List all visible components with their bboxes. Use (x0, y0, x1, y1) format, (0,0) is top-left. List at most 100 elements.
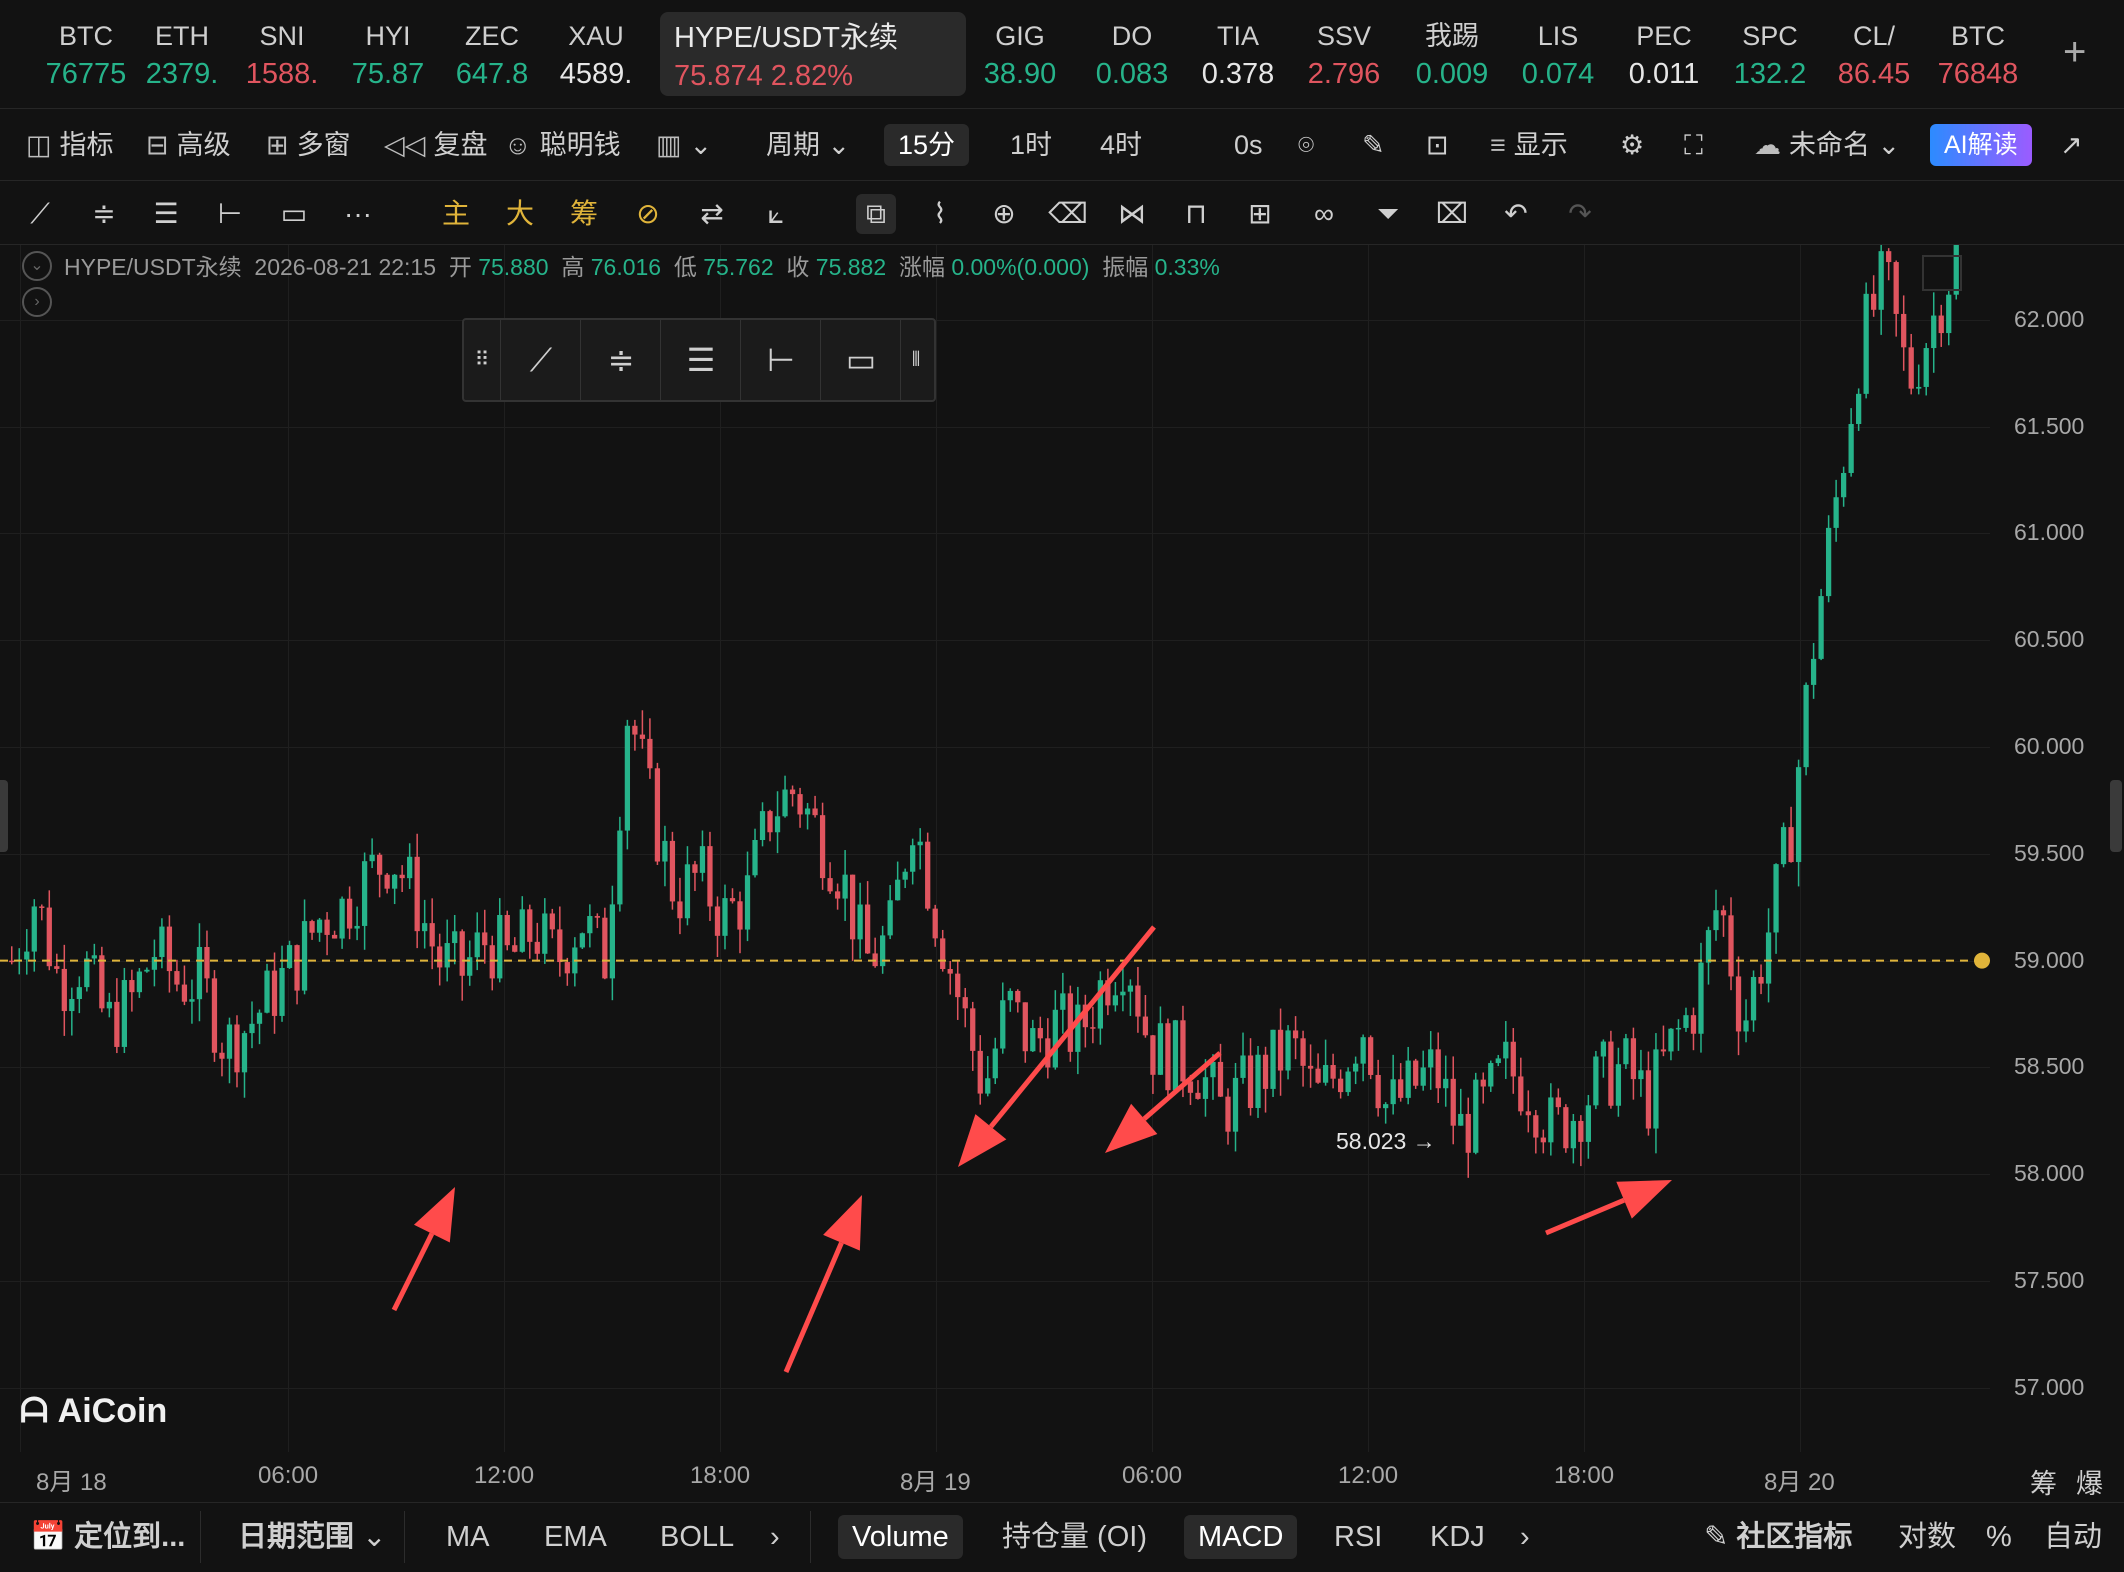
zoom-in-icon[interactable]: ⊕ (984, 194, 1024, 234)
right-panel-handle[interactable] (2110, 780, 2122, 852)
period-15m-button[interactable]: 15分 (884, 124, 970, 166)
edit-list-icon[interactable]: ⊞ (1240, 194, 1280, 234)
expand-icon[interactable]: › (22, 287, 52, 317)
undo-icon[interactable]: ↶ (1496, 194, 1536, 234)
candle-body (1112, 995, 1119, 1006)
oi-button[interactable]: 持仓量 (OI) (1002, 1515, 1147, 1559)
ticker-item[interactable]: SSV 2.796 (1296, 18, 1392, 94)
big-order-button[interactable]: 大 (500, 194, 540, 234)
trendline-icon[interactable]: ⟋ (502, 320, 581, 400)
layout-dropdown[interactable]: ☁ 未命名 ⌄ (1754, 124, 1900, 166)
horizontal-lines-icon[interactable]: ☰ (146, 194, 186, 234)
ticker-item[interactable]: CL/86.45 (1826, 18, 1922, 94)
annotation-arrow[interactable] (1545, 1180, 1672, 1236)
camera-icon[interactable]: ⌾ (1298, 124, 1314, 166)
fullscreen-icon[interactable]: ⛶ (1684, 124, 1703, 166)
trendline-icon[interactable]: ⟋ (20, 194, 60, 234)
percent-scale-button[interactable]: % (1986, 1515, 2012, 1559)
copy-drawing-icon[interactable]: ⧉ (856, 194, 896, 234)
horizontal-ray-icon[interactable]: ⊢ (742, 320, 821, 400)
more-sub-icon[interactable]: › (1520, 1515, 1530, 1559)
rsi-button[interactable]: RSI (1334, 1515, 1382, 1559)
display-button[interactable]: ≡ 显示 (1490, 124, 1568, 166)
ai-interpret-button[interactable]: AI解读 (1930, 124, 2032, 166)
candle-body (1923, 348, 1929, 387)
ticker-item[interactable]: PEC 0.011 (1616, 18, 1712, 94)
locate-button[interactable]: 📅 定位到... (30, 1515, 185, 1559)
settings-icon[interactable]: ⚙ (1620, 124, 1644, 166)
smart-money-button[interactable]: ☺ 聪明钱 (504, 124, 621, 166)
share-icon[interactable]: ↗ (2060, 124, 2083, 166)
date-range-dropdown[interactable]: 日期范围 ⌄ (238, 1515, 386, 1559)
period-4h-button[interactable]: 4时 (1100, 124, 1142, 166)
replay-button[interactable]: ◁◁ 复盘 (384, 124, 488, 166)
period-1h-button[interactable]: 1时 (1010, 124, 1052, 166)
horizontal-lines-icon[interactable]: ☰ (662, 320, 741, 400)
pencil-icon[interactable]: ✎ (1362, 124, 1385, 166)
advanced-button[interactable]: ⊟ 高级 (146, 124, 231, 166)
add-ticker-icon[interactable]: + (2063, 30, 2086, 75)
annotation-arrow[interactable] (783, 1195, 862, 1373)
level-handle[interactable] (1974, 952, 1990, 969)
chips-button[interactable]: 筹 (564, 194, 604, 234)
ticker-item[interactable]: BTC 76775 (38, 18, 134, 94)
ticker-item[interactable]: SNI 1588. (234, 18, 330, 94)
lock-icon[interactable]: ⊓ (1176, 194, 1216, 234)
horizontal-ray-icon[interactable]: ⊢ (210, 194, 250, 234)
ticker-item[interactable]: 我踢 0.009 (1404, 18, 1500, 94)
boll-button[interactable]: BOLL (660, 1515, 734, 1559)
chart-corner-box[interactable] (1922, 255, 1962, 291)
community-indicators-button[interactable]: ✎ 社区指标 (1704, 1515, 1852, 1559)
ticker-item-active[interactable]: HYPE/USDT永续 75.874 2.82% (660, 12, 966, 96)
rectangle-icon[interactable]: ▭ (274, 194, 314, 234)
volume-button[interactable]: Volume (838, 1515, 963, 1559)
chart-type-dropdown[interactable]: ▥ ⌄ (656, 124, 712, 166)
rectangle-icon[interactable]: ▭ (822, 320, 901, 400)
multi-window-button[interactable]: ⊞ 多窗 (266, 124, 351, 166)
macd-button[interactable]: MACD (1184, 1515, 1298, 1559)
ticker-item[interactable]: ETH 2379. (134, 18, 230, 94)
ticker-item[interactable]: LIS 0.074 (1510, 18, 1606, 94)
more-tools-icon[interactable]: ··· (338, 194, 378, 234)
swap-icon[interactable]: ⇄ (692, 194, 732, 234)
main-force-button[interactable]: 主 (436, 194, 476, 234)
ticker-item[interactable]: XAU 4589. (548, 18, 644, 94)
ticker-item[interactable]: GIG 38.90 (972, 18, 1068, 94)
ruler-icon[interactable]: ⌇ (920, 194, 960, 234)
parallel-lines-icon[interactable]: ≑ (84, 194, 124, 234)
grip-icon[interactable]: ⦀ (902, 320, 930, 400)
left-panel-handle[interactable] (0, 780, 8, 852)
candlestick-chart[interactable] (0, 245, 2124, 1452)
filter-icon[interactable]: ⏷ (1368, 194, 1408, 234)
ticker-item[interactable]: TIA 0.378 (1190, 18, 1286, 94)
ticker-item[interactable]: HYI 75.87 (340, 18, 436, 94)
more-main-icon[interactable]: › (770, 1515, 780, 1559)
auto-scale-button[interactable]: 自动 (2044, 1515, 2102, 1559)
drag-handle-icon[interactable]: ⠿ (464, 320, 501, 400)
liquidation-icon[interactable]: ⊘ (628, 194, 668, 234)
chips-corner[interactable]: 筹 (2030, 1462, 2057, 1501)
magnet-icon[interactable]: ⋈ (1112, 194, 1152, 234)
trash-icon[interactable]: ⌧ (1432, 194, 1472, 234)
indicators-button[interactable]: ◫ 指标 (26, 124, 114, 166)
link-icon[interactable]: ∞ (1304, 194, 1344, 234)
candle-body (99, 955, 105, 1009)
ma-button[interactable]: MA (446, 1515, 490, 1559)
burst-corner[interactable]: 爆 (2076, 1462, 2103, 1501)
kdj-button[interactable]: KDJ (1430, 1515, 1485, 1559)
measure-icon[interactable]: ⟀ (756, 194, 796, 234)
ticker-item[interactable]: SPC 132.2 (1722, 18, 1818, 94)
add-window-icon[interactable]: ⊡ (1426, 124, 1449, 166)
ticker-item[interactable]: DO 0.083 (1084, 18, 1180, 94)
ema-button[interactable]: EMA (544, 1515, 607, 1559)
log-scale-button[interactable]: 对数 (1898, 1515, 1956, 1559)
collapse-icon[interactable]: ⌄ (22, 251, 52, 281)
period-label: 周期 (766, 130, 820, 160)
redo-icon[interactable]: ↷ (1560, 194, 1600, 234)
annotation-arrow[interactable] (391, 1187, 455, 1312)
ticker-item[interactable]: BTC 76848 (1930, 18, 2026, 94)
ticker-item[interactable]: ZEC 647.8 (444, 18, 540, 94)
parallel-lines-icon[interactable]: ≑ (582, 320, 661, 400)
period-dropdown[interactable]: 周期 ⌄ (766, 124, 850, 166)
eraser-icon[interactable]: ⌫ (1048, 194, 1088, 234)
